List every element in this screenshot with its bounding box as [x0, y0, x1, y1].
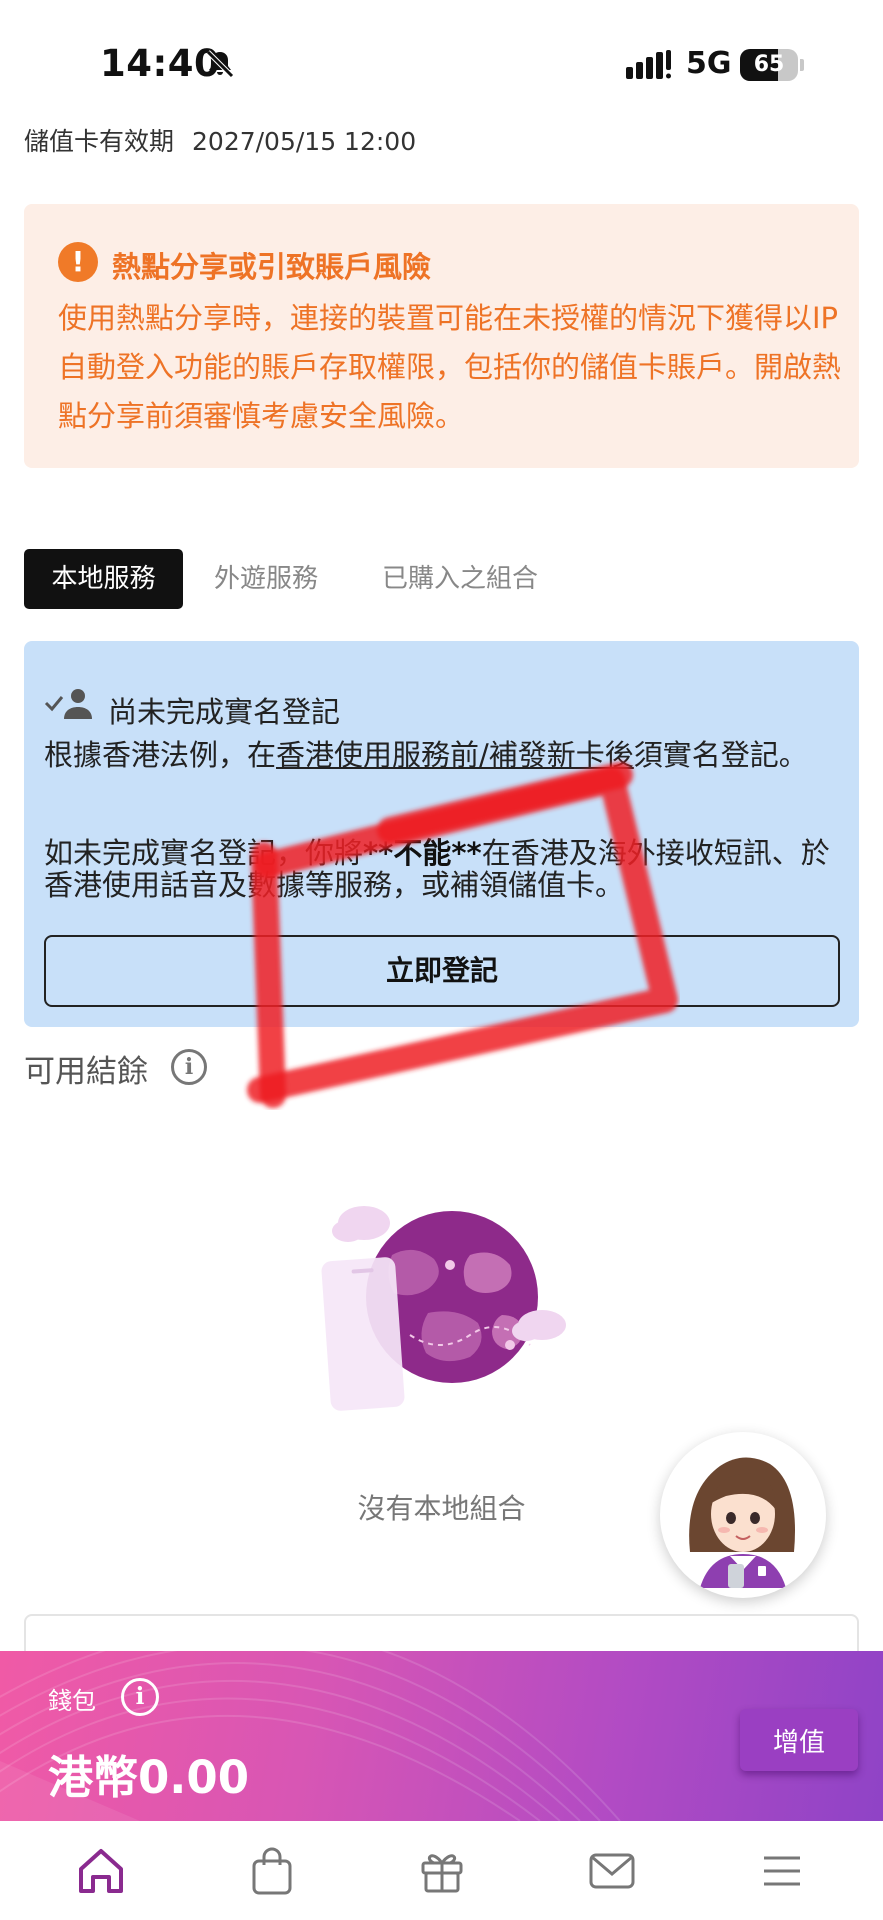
registration-consequence-text: 如未完成實名登記，你將**不能**在香港及海外接收短訊、於香港使用話音及數據等服… — [44, 836, 830, 902]
wallet-balance: 港幣0.00 — [48, 1751, 250, 1804]
wallet-panel: 錢包 i 港幣0.00 增值 — [0, 1651, 883, 1821]
card-validity: 儲值卡有效期 2027/05/15 12:00 — [24, 122, 416, 158]
available-balance-label: 可用結餘 — [24, 1054, 148, 1090]
validity-date: 2027/05/15 12:00 — [192, 127, 417, 156]
shopping-bag-icon[interactable] — [244, 1843, 300, 1899]
cannot-emphasis: **不能** — [363, 836, 482, 870]
battery-icon: 65 — [740, 49, 798, 81]
status-bar: 14:40 5G 65 — [0, 0, 883, 120]
chat-assistant-avatar[interactable] — [660, 1432, 826, 1598]
home-icon[interactable] — [73, 1843, 129, 1899]
real-name-registration-card: 尚未完成實名登記 根據香港法例，在香港使用服務前/補發新卡後須實名登記。 如未完… — [24, 641, 859, 1027]
registration-requirement-text: 根據香港法例，在香港使用服務前/補發新卡後須實名登記。 — [44, 738, 808, 772]
top-up-button[interactable]: 增值 — [740, 1709, 858, 1771]
warning-body: 使用熱點分享時，連接的裝置可能在未授權的情況下獲得以IP自動登入功能的賬戶存取權… — [58, 301, 842, 433]
wallet-label: 錢包 — [48, 1687, 96, 1715]
assistant-character-icon — [689, 1457, 795, 1588]
network-type: 5G — [686, 46, 732, 81]
exclamation-icon: ! — [58, 242, 98, 282]
tab-purchased-packs[interactable]: 已購入之組合 — [382, 549, 538, 609]
user-check-icon — [44, 689, 92, 719]
tab-travel-services[interactable]: 外遊服務 — [214, 549, 318, 609]
bottom-navigation — [0, 1821, 883, 1920]
warning-title: 熱點分享或引致賬戶風險 — [112, 250, 432, 284]
mail-icon[interactable] — [584, 1843, 640, 1899]
bell-off-icon — [206, 50, 234, 78]
hotspot-warning-banner: ! 熱點分享或引致賬戶風險 使用熱點分享時，連接的裝置可能在未授權的情況下獲得以… — [24, 204, 859, 468]
gift-icon[interactable] — [414, 1843, 470, 1899]
menu-icon[interactable] — [754, 1843, 810, 1899]
balance-info-icon[interactable]: i — [171, 1049, 207, 1085]
tab-local-services[interactable]: 本地服務 — [24, 549, 183, 609]
validity-label: 儲值卡有效期 — [24, 127, 175, 156]
wallet-info-icon[interactable]: i — [121, 1678, 159, 1716]
battery-level: 65 — [753, 52, 785, 77]
registration-requirement-link: 香港使用服務前/補發新卡後 — [276, 738, 634, 772]
registration-title: 尚未完成實名登記 — [108, 695, 341, 729]
register-now-button[interactable]: 立即登記 — [44, 935, 840, 1007]
signal-icon — [626, 50, 671, 79]
empty-globe-phone-illustration — [321, 1206, 566, 1411]
status-time: 14:40 — [100, 42, 221, 85]
